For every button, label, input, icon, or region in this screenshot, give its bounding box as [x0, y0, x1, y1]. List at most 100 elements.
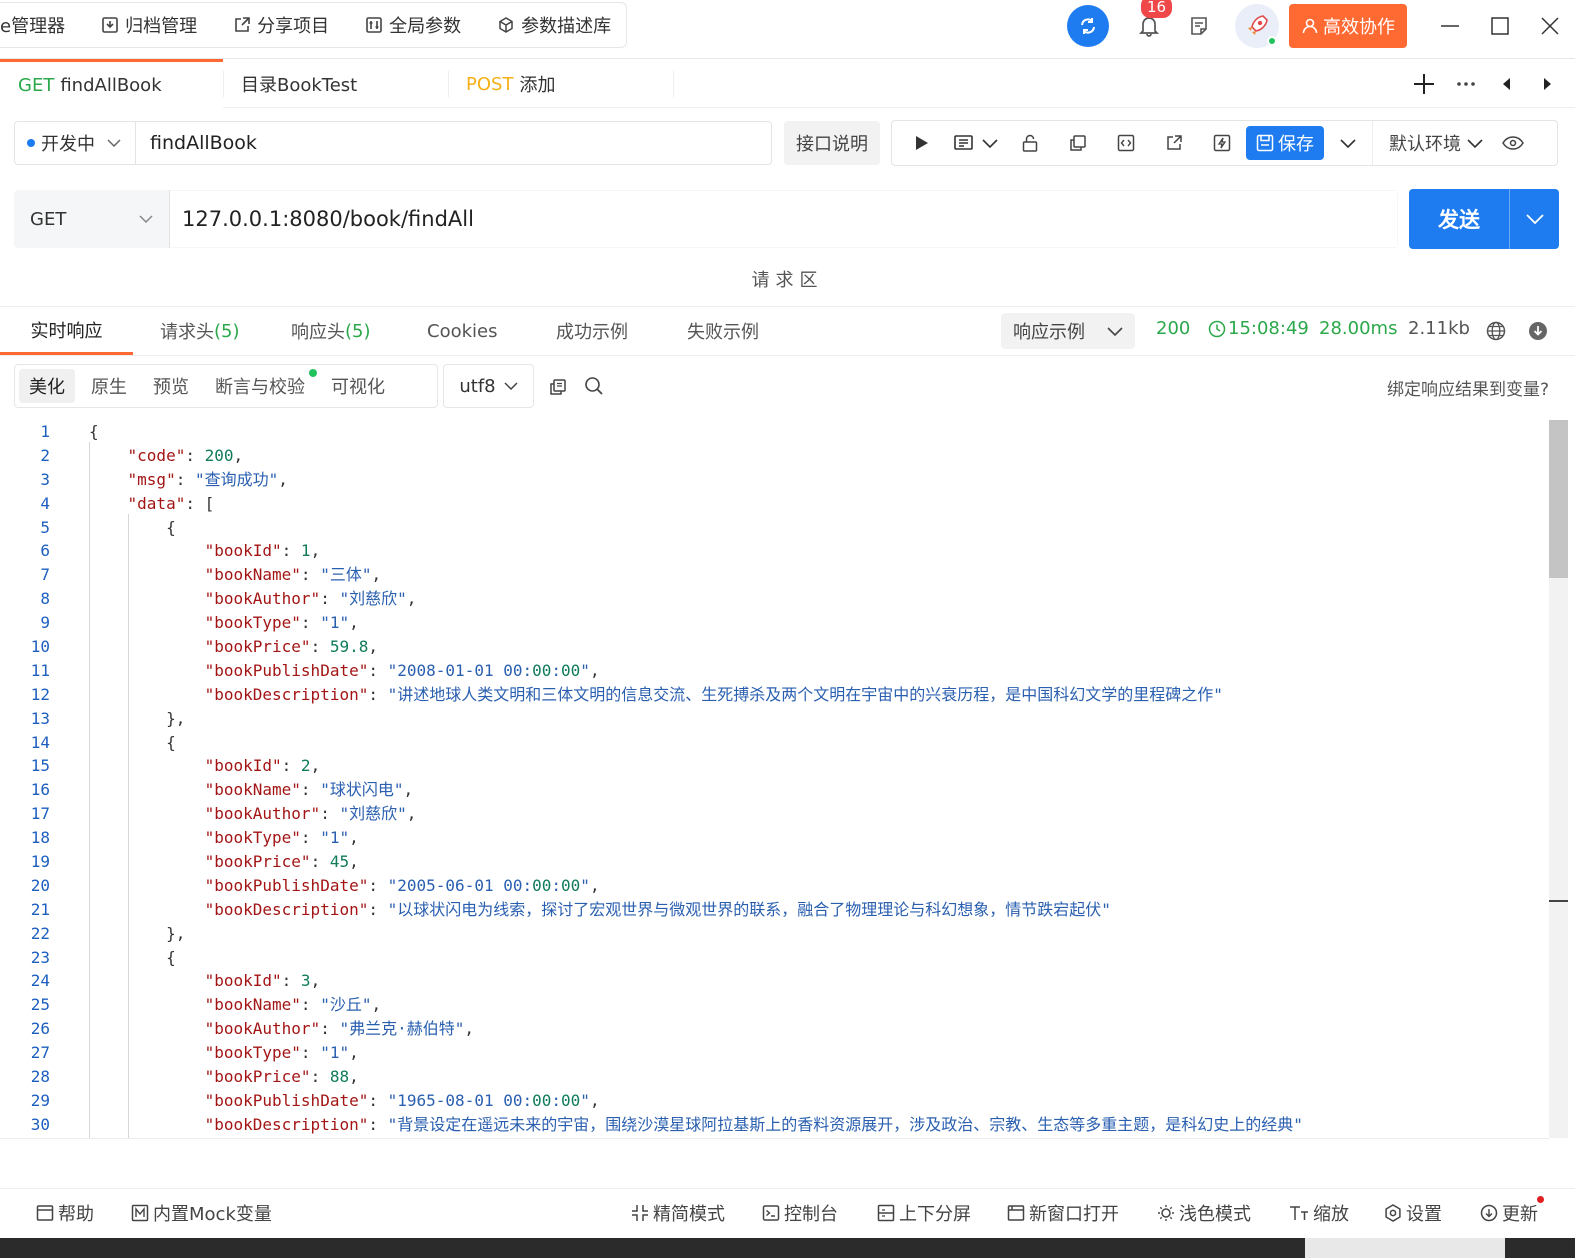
mock-variables-button[interactable]: 内置Mock变量 — [131, 1200, 272, 1226]
code-line: 19 "bookPrice": 45, — [0, 850, 1549, 874]
update-icon — [1480, 1204, 1498, 1222]
send-options-button[interactable] — [1509, 189, 1559, 249]
chevron-down-icon — [1467, 138, 1483, 148]
copy-response-button[interactable] — [547, 376, 569, 398]
eye-icon — [1502, 136, 1524, 150]
copy-button[interactable] — [1054, 121, 1102, 165]
sync-button[interactable] — [1067, 5, 1109, 47]
zoom-button[interactable]: 缩放 — [1289, 1200, 1349, 1226]
tab-booktest[interactable]: 目录BookTest — [223, 59, 448, 109]
more-tabs-button[interactable] — [1450, 69, 1482, 99]
download-icon — [1528, 321, 1548, 341]
flash-button[interactable] — [1198, 121, 1246, 165]
menu-share[interactable]: 分享项目 — [215, 12, 347, 38]
send-button[interactable]: 发送 — [1409, 204, 1509, 234]
code-text: "bookPrice": 59.8, — [204, 637, 378, 657]
menu-param-library[interactable]: 参数描述库 — [479, 12, 629, 38]
copy-icon — [1069, 134, 1087, 152]
top-bar: e管理器 归档管理 分享项目 全局参数 参数描述库 16 高效协作 — [0, 0, 1575, 52]
code-text: "bookPublishDate": "1965-08-01 00:00:00"… — [204, 1090, 600, 1110]
code-text: "bookDescription": "以球状闪电为线索，探讨了宏观世界与微观世… — [204, 899, 1111, 919]
notes-button[interactable] — [1177, 4, 1221, 48]
environment-select[interactable]: 默认环境 — [1372, 121, 1483, 165]
view-tab-raw[interactable]: 原生 — [81, 369, 137, 403]
lock-button[interactable] — [1006, 121, 1054, 165]
tab-live-response[interactable]: 实时响应 — [0, 307, 133, 355]
menu-manager[interactable]: e管理器 — [0, 12, 83, 38]
light-mode-button[interactable]: 浅色模式 — [1157, 1200, 1251, 1226]
save-options-button[interactable] — [1324, 121, 1372, 165]
minimize-button[interactable] — [1425, 0, 1475, 52]
response-body[interactable]: 1{2 "code": 200, 3 "msg": "查询成功", 4 "data"… — [0, 420, 1549, 1138]
collab-button[interactable]: 高效协作 — [1289, 4, 1407, 48]
search-response-button[interactable] — [583, 375, 605, 397]
tab-findallbook[interactable]: GET findAllBook — [0, 59, 223, 109]
clock-icon — [1208, 320, 1226, 338]
menu-archive[interactable]: 归档管理 — [83, 12, 215, 38]
save-button[interactable]: 保存 — [1246, 126, 1324, 160]
view-tab-pretty[interactable]: 美化 — [19, 369, 75, 403]
code-line: 2 "code": 200, — [0, 444, 1549, 468]
tab-request-headers[interactable]: 请求头 (5) — [160, 307, 240, 355]
minimize-icon — [1440, 16, 1460, 36]
code-text: "bookDescription": "背景设定在遥远未来的宇宙，围绕沙漠星球阿… — [204, 1114, 1303, 1134]
add-tab-button[interactable] — [1408, 69, 1440, 99]
maximize-button[interactable] — [1475, 0, 1525, 52]
settings-button[interactable]: 设置 — [1384, 1200, 1442, 1226]
split-view-button[interactable]: 上下分屏 — [877, 1200, 971, 1226]
status-select[interactable]: 开发中 — [14, 121, 136, 165]
console-button[interactable]: 控制台 — [762, 1200, 838, 1226]
settings-icon — [1384, 1204, 1402, 1222]
notes-icon — [1189, 16, 1209, 36]
code-button[interactable] — [1102, 121, 1150, 165]
tab-post-add[interactable]: POST 添加 — [448, 59, 673, 109]
new-window-icon — [1007, 1204, 1025, 1222]
tab-failure-example[interactable]: 失败示例 — [687, 307, 759, 355]
encoding-select[interactable]: utf8 — [443, 364, 534, 408]
tab-success-example[interactable]: 成功示例 — [556, 307, 628, 355]
env-preview-button[interactable] — [1489, 121, 1537, 165]
view-tab-preview[interactable]: 预览 — [143, 369, 199, 403]
code-text: "bookId": 3, — [204, 971, 321, 991]
line-number: 13 — [30, 708, 50, 728]
tab-response-headers[interactable]: 响应头 (5) — [291, 307, 371, 355]
response-scrollbar[interactable] — [1549, 420, 1568, 1138]
line-number: 15 — [30, 756, 50, 776]
bell-icon — [1139, 15, 1159, 37]
tab-prev-button[interactable] — [1492, 69, 1520, 99]
close-icon — [1540, 16, 1560, 36]
response-example-select[interactable]: 响应示例 — [1001, 313, 1135, 349]
menu-global-params[interactable]: 全局参数 — [347, 12, 479, 38]
code-line: 18 "bookType": "1", — [0, 826, 1549, 850]
view-tab-assertions[interactable]: 断言与校验 — [205, 369, 317, 403]
run-button[interactable] — [898, 121, 946, 165]
share-request-button[interactable] — [1150, 121, 1198, 165]
chevron-down-icon — [107, 139, 121, 147]
bind-response-link[interactable]: 绑定响应结果到变量? — [1387, 375, 1549, 400]
new-window-button[interactable]: 新窗口打开 — [1007, 1200, 1119, 1226]
status-code: 200 — [1156, 318, 1191, 339]
code-text: "bookType": "1", — [204, 1043, 359, 1063]
sync-icon — [1078, 16, 1098, 36]
close-button[interactable] — [1525, 0, 1575, 52]
avatar[interactable] — [1235, 4, 1279, 48]
code-text: "bookName": "三体", — [204, 565, 382, 585]
notification-badge: 16 — [1141, 0, 1173, 18]
doc-view-button[interactable] — [946, 121, 1006, 165]
update-button[interactable]: 更新 — [1480, 1200, 1538, 1226]
scrollbar-thumb[interactable] — [1549, 420, 1568, 578]
code-line: 7 "bookName": "三体", — [0, 563, 1549, 587]
download-button[interactable] — [1527, 320, 1549, 342]
compact-mode-button[interactable]: 精简模式 — [631, 1200, 725, 1226]
request-name-input[interactable]: findAllBook — [136, 121, 772, 165]
help-button[interactable]: 帮助 — [36, 1200, 94, 1226]
tab-cookies[interactable]: Cookies — [427, 307, 497, 355]
notification-button[interactable]: 16 — [1127, 0, 1173, 48]
request-area-label[interactable]: 请求区 — [0, 266, 1575, 292]
network-button[interactable] — [1485, 320, 1507, 342]
tab-next-button[interactable] — [1534, 69, 1562, 99]
method-select[interactable]: GET — [14, 190, 170, 248]
view-tab-visualize[interactable]: 可视化 — [321, 369, 395, 403]
api-doc-button[interactable]: 接口说明 — [784, 121, 880, 165]
url-input[interactable]: 127.0.0.1:8080/book/findAll — [170, 191, 1397, 247]
